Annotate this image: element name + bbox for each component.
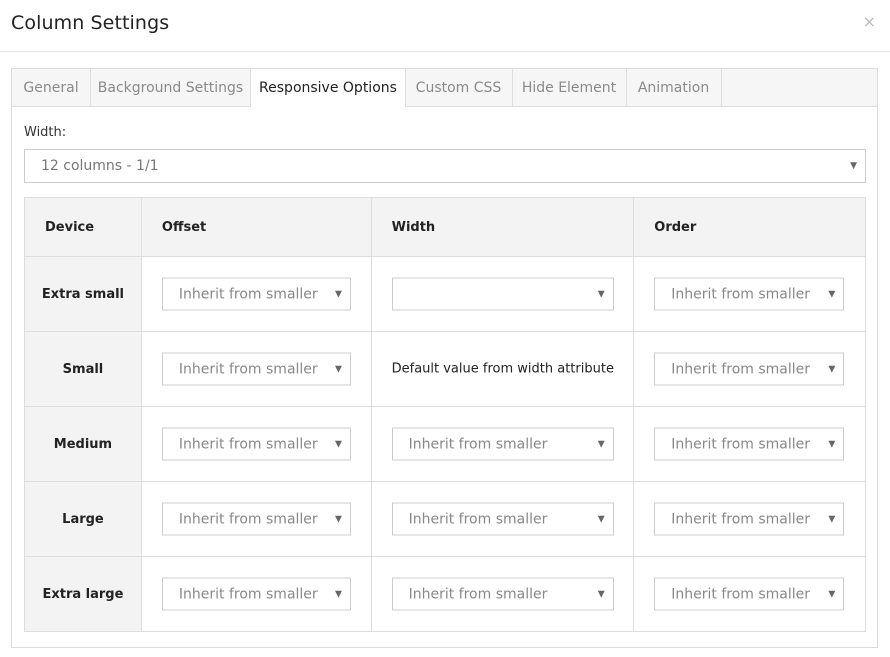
order-select-value: Inherit from smaller [671,586,811,602]
caret-down-icon: ▼ [828,364,836,374]
offset-select-value: Inherit from smaller [178,361,318,377]
width-col-select[interactable]: Inherit from smaller ▼ [391,577,614,611]
caret-down-icon: ▼ [597,514,605,524]
order-select[interactable]: Inherit from smaller ▼ [654,502,845,536]
header-device: Device [24,197,142,257]
width-default-text: Default value from width attribute [391,361,614,377]
order-select[interactable]: Inherit from smaller ▼ [654,277,845,311]
offset-cell: Inherit from smaller ▼ [140,256,372,332]
width-cell: Inherit from smaller ▼ [370,406,635,482]
offset-select[interactable]: Inherit from smaller ▼ [161,427,351,461]
width-select[interactable]: 12 columns - 1/1 ▼ [24,149,866,183]
offset-select[interactable]: Inherit from smaller ▼ [161,352,351,386]
caret-down-icon: ▼ [334,589,342,599]
tab-responsive-options[interactable]: Responsive Options [250,69,406,107]
caret-down-icon: ▼ [828,514,836,524]
offset-cell: Inherit from smaller ▼ [140,406,372,482]
order-select-value: Inherit from smaller [671,511,811,527]
device-label: Extra small [24,256,142,332]
table-row: Small Inherit from smaller ▼ Default val… [24,331,866,407]
caret-down-icon: ▼ [597,289,605,299]
offset-select-value: Inherit from smaller [178,436,318,452]
offset-select[interactable]: Inherit from smaller ▼ [161,277,351,311]
width-label: Width: [24,125,67,140]
offset-cell: Inherit from smaller ▼ [140,481,372,557]
width-col-select-value: Inherit from smaller [408,511,548,527]
caret-down-icon: ▼ [334,514,342,524]
table-row: Large Inherit from smaller ▼ Inherit fro… [24,481,866,557]
header-width: Width [370,197,635,257]
offset-cell: Inherit from smaller ▼ [140,331,372,407]
width-cell: Inherit from smaller ▼ [370,481,635,557]
tab-hide-element[interactable]: Hide Element [512,69,627,107]
width-col-select-value: Inherit from smaller [408,436,548,452]
device-label: Small [24,331,142,407]
width-cell: Default value from width attribute [370,331,635,407]
caret-down-icon: ▼ [828,589,836,599]
caret-down-icon: ▼ [850,161,857,171]
responsive-table: Device Offset Width Order Extra small In… [24,197,866,632]
caret-down-icon: ▼ [334,289,342,299]
order-cell: Inherit from smaller ▼ [633,331,866,407]
tab-animation[interactable]: Animation [626,69,722,107]
settings-panel: General Background Settings Responsive O… [11,68,878,648]
caret-down-icon: ▼ [334,364,342,374]
width-col-select[interactable]: Inherit from smaller ▼ [391,427,614,461]
order-select[interactable]: Inherit from smaller ▼ [654,577,845,611]
order-cell: Inherit from smaller ▼ [633,481,866,557]
tab-custom-css[interactable]: Custom CSS [405,69,513,107]
tab-background-settings[interactable]: Background Settings [91,69,251,107]
header-order: Order [633,197,866,257]
order-select-value: Inherit from smaller [671,286,811,302]
caret-down-icon: ▼ [597,589,605,599]
tab-bar: General Background Settings Responsive O… [12,69,877,107]
close-icon[interactable]: × [863,12,876,31]
header-offset: Offset [140,197,372,257]
order-cell: Inherit from smaller ▼ [633,406,866,482]
width-cell: ▼ [370,256,635,332]
order-select-value: Inherit from smaller [671,436,811,452]
dialog-title: Column Settings [11,12,170,34]
caret-down-icon: ▼ [334,439,342,449]
offset-select-value: Inherit from smaller [178,286,318,302]
caret-down-icon: ▼ [828,439,836,449]
offset-cell: Inherit from smaller ▼ [140,556,372,632]
offset-select-value: Inherit from smaller [178,586,318,602]
offset-select[interactable]: Inherit from smaller ▼ [161,577,351,611]
table-row: Extra small Inherit from smaller ▼ ▼ Inh… [24,256,866,332]
table-row: Extra large Inherit from smaller ▼ Inher… [24,556,866,632]
device-label: Large [24,481,142,557]
offset-select[interactable]: Inherit from smaller ▼ [161,502,351,536]
order-select-value: Inherit from smaller [671,361,811,377]
dialog-header: Column Settings × [0,0,890,52]
width-cell: Inherit from smaller ▼ [370,556,635,632]
device-label: Extra large [24,556,142,632]
order-select[interactable]: Inherit from smaller ▼ [654,427,845,461]
caret-down-icon: ▼ [828,289,836,299]
caret-down-icon: ▼ [597,439,605,449]
offset-select-value: Inherit from smaller [178,511,318,527]
width-col-select-value: Inherit from smaller [408,586,548,602]
order-cell: Inherit from smaller ▼ [633,256,866,332]
order-cell: Inherit from smaller ▼ [633,556,866,632]
width-col-select[interactable]: ▼ [391,277,614,311]
table-header-row: Device Offset Width Order [24,197,866,257]
width-select-value: 12 columns - 1/1 [41,158,159,174]
width-col-select[interactable]: Inherit from smaller ▼ [391,502,614,536]
device-label: Medium [24,406,142,482]
table-row: Medium Inherit from smaller ▼ Inherit fr… [24,406,866,482]
order-select[interactable]: Inherit from smaller ▼ [654,352,845,386]
tab-general[interactable]: General [12,69,91,107]
